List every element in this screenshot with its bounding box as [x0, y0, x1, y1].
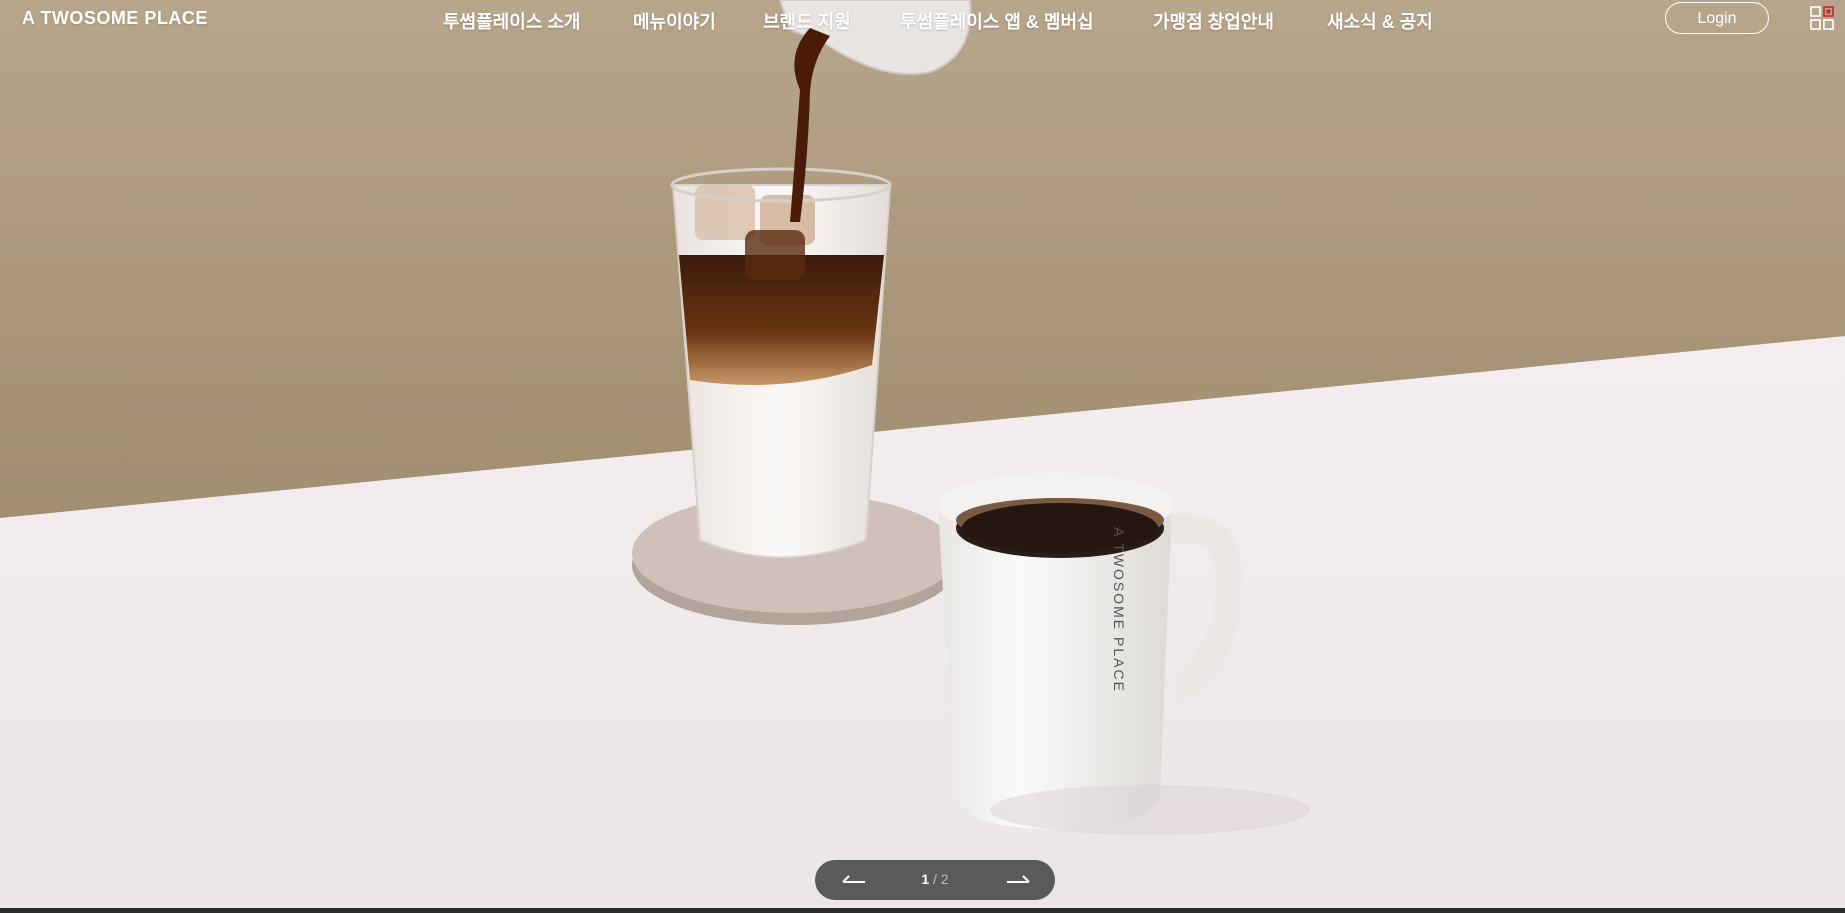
nav-item-news-notice[interactable]: 새소식 & 공지 [1327, 8, 1433, 34]
grid-menu-icon[interactable] [1810, 6, 1834, 30]
nav-item-franchise[interactable]: 가맹점 창업안내 [1153, 8, 1274, 34]
nav-item-brand-support[interactable]: 브랜드 지원 [763, 8, 851, 34]
nav-item-about[interactable]: 투썸플레이스 소개 [443, 8, 580, 34]
page-bottom-border [0, 908, 1845, 913]
mug-brand-print: A TWOSOME PLACE [1111, 527, 1127, 693]
coffee-illustration: A TWOSOME PLACE [0, 0, 1845, 908]
arrow-right-icon[interactable] [1003, 868, 1033, 892]
slider-pagination: 1 / 2 [815, 860, 1055, 900]
slide-separator: / [933, 871, 937, 887]
login-button[interactable]: Login [1665, 2, 1769, 34]
slide-current: 1 [921, 871, 930, 887]
slide-total: 2 [940, 871, 949, 887]
nav-item-menu[interactable]: 메뉴이야기 [633, 8, 716, 34]
main-navigation: 투썸플레이스 소개 메뉴이야기 브랜드 지원 투썸플레이스 앱 & 멤버십 가맹… [0, 8, 1845, 32]
hero-slide-image: A TWOSOME PLACE [0, 0, 1845, 908]
nav-item-app-membership[interactable]: 투썸플레이스 앱 & 멤버십 [900, 8, 1094, 34]
